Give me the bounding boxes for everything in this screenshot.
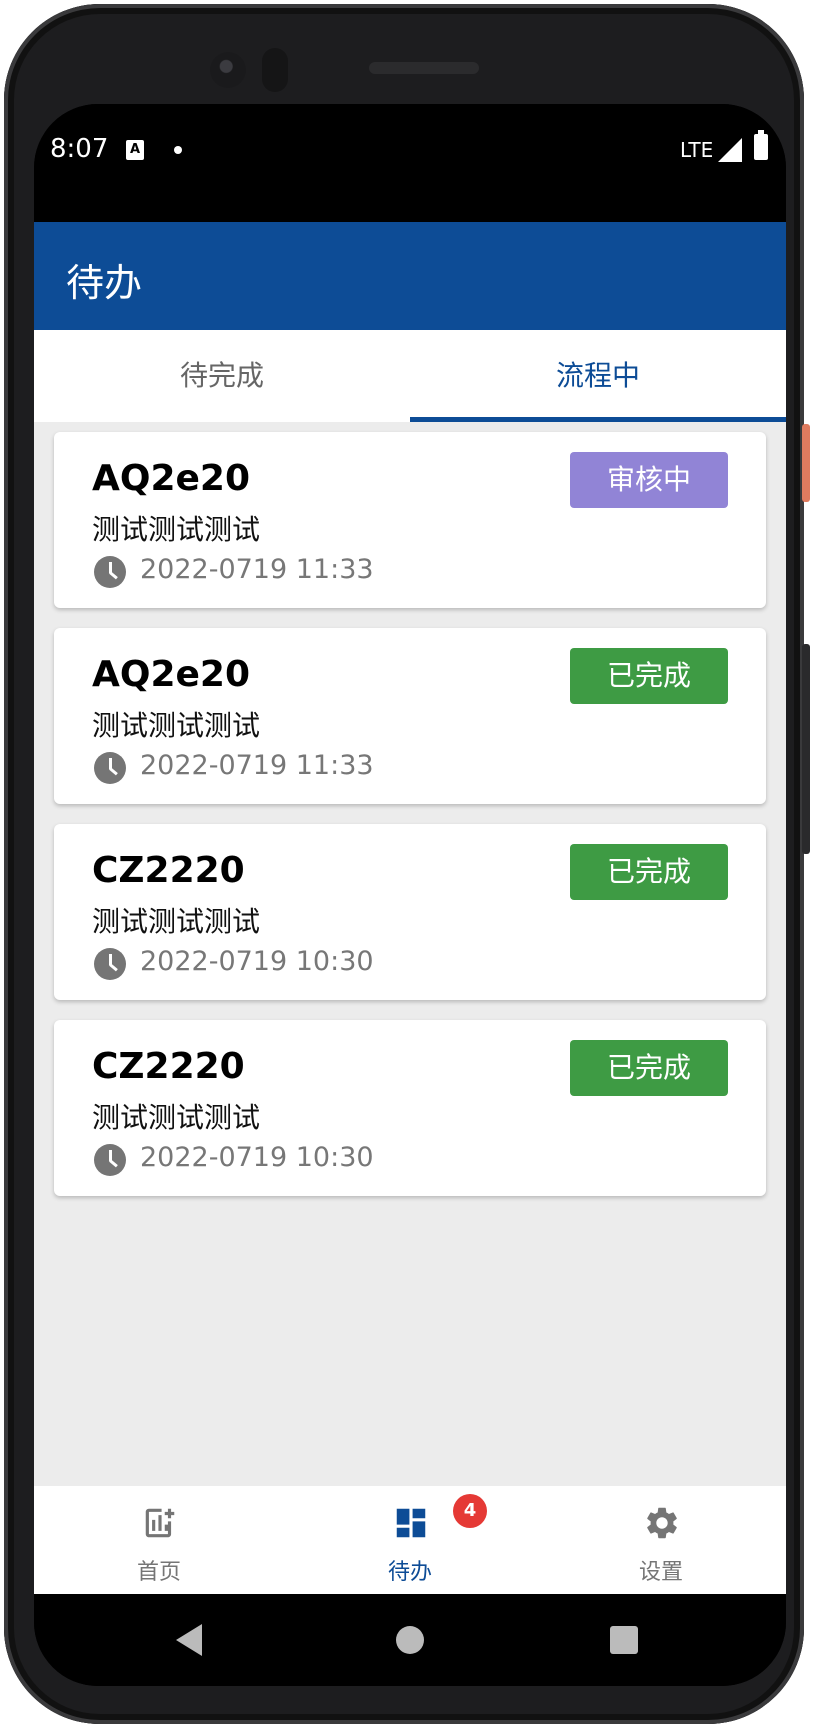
task-time: 2022-0719 10:30 — [140, 946, 374, 977]
task-title: CZ2220 — [92, 850, 245, 891]
notification-dot-icon — [174, 146, 182, 154]
task-description: 测试测试测试 — [92, 905, 261, 938]
task-description: 测试测试测试 — [92, 513, 261, 546]
screen: 8:07 A LTE 待办 待完成 流程中 AQ2e20 测试测试测试 2022… — [34, 104, 786, 1686]
app-bar: 待办 — [34, 222, 786, 330]
phone-frame: 8:07 A LTE 待办 待完成 流程中 AQ2e20 测试测试测试 2022… — [4, 4, 810, 1724]
recents-icon[interactable] — [610, 1626, 638, 1654]
task-card[interactable]: CZ2220 测试测试测试 2022-0719 10:30 已完成 — [54, 824, 766, 1000]
clock-icon — [94, 1144, 126, 1176]
volume-button — [802, 644, 810, 854]
task-description: 测试测试测试 — [92, 709, 261, 742]
system-navigation-bar — [34, 1594, 786, 1686]
task-title: AQ2e20 — [92, 458, 251, 499]
tab-in-process[interactable]: 流程中 — [410, 330, 786, 422]
nav-settings[interactable]: 设置 — [536, 1486, 786, 1594]
chart-add-icon — [145, 1508, 175, 1538]
task-time: 2022-0719 11:33 — [140, 554, 374, 585]
gear-icon — [647, 1507, 677, 1539]
task-card[interactable]: CZ2220 测试测试测试 2022-0719 10:30 已完成 — [54, 1020, 766, 1196]
battery-icon — [754, 130, 768, 160]
notification-a-icon: A — [126, 140, 144, 160]
clock-icon — [94, 948, 126, 980]
notification-badge: 4 — [453, 1494, 487, 1528]
task-card[interactable]: AQ2e20 测试测试测试 2022-0719 11:33 已完成 — [54, 628, 766, 804]
clock-icon — [94, 752, 126, 784]
network-type: LTE — [680, 138, 714, 162]
status-badge: 已完成 — [570, 648, 728, 704]
back-icon[interactable] — [176, 1624, 202, 1656]
dashboard-icon — [396, 1508, 426, 1538]
bottom-navigation: 首页 4 待办 设置 — [34, 1486, 786, 1594]
page-title: 待办 — [66, 261, 143, 305]
clock-icon — [94, 556, 126, 588]
status-bar: 8:07 A LTE — [34, 104, 786, 222]
task-card[interactable]: AQ2e20 测试测试测试 2022-0719 11:33 审核中 — [54, 432, 766, 608]
task-list: AQ2e20 测试测试测试 2022-0719 11:33 审核中 AQ2e20… — [34, 422, 786, 1486]
nav-home-label: 首页 — [136, 1560, 181, 1585]
side-button — [802, 424, 810, 502]
status-time: 8:07 — [50, 134, 109, 164]
status-badge: 已完成 — [570, 1040, 728, 1096]
nav-todo-label: 待办 — [387, 1560, 432, 1585]
task-description: 测试测试测试 — [92, 1101, 261, 1134]
task-title: CZ2220 — [92, 1046, 245, 1087]
nav-settings-label: 设置 — [638, 1560, 683, 1585]
tab-bar: 待完成 流程中 — [34, 330, 786, 422]
signal-icon — [718, 138, 742, 162]
nav-home[interactable]: 首页 — [34, 1486, 284, 1594]
home-icon[interactable] — [396, 1626, 424, 1654]
status-badge: 已完成 — [570, 844, 728, 900]
earpiece-speaker — [369, 62, 479, 74]
front-camera — [210, 52, 246, 88]
status-badge: 审核中 — [570, 452, 728, 508]
task-title: AQ2e20 — [92, 654, 251, 695]
nav-todo[interactable]: 4 待办 — [285, 1486, 535, 1594]
task-time: 2022-0719 11:33 — [140, 750, 374, 781]
task-time: 2022-0719 10:30 — [140, 1142, 374, 1173]
tab-pending[interactable]: 待完成 — [34, 330, 410, 422]
camera-sensor — [262, 48, 288, 92]
